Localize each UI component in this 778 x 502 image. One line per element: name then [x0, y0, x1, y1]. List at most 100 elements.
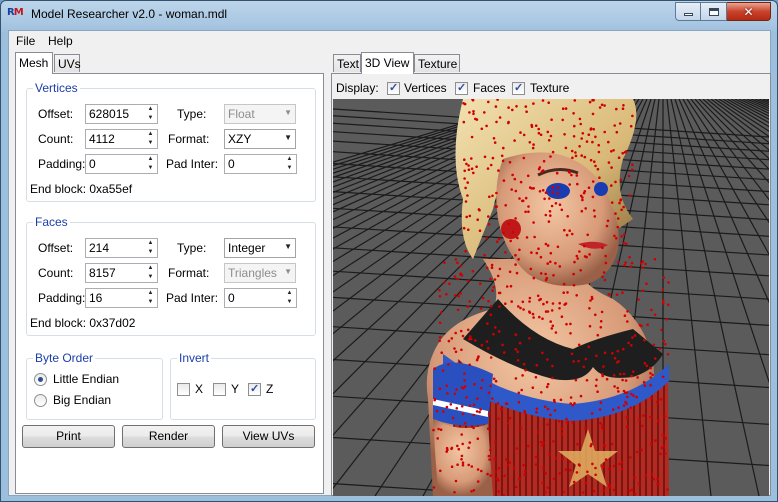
minimize-button[interactable] — [675, 2, 701, 21]
spin-down-icon[interactable]: ▼ — [144, 139, 157, 148]
little-endian-label[interactable]: Little Endian — [53, 372, 119, 386]
vertex-dot — [454, 350, 458, 354]
vertices-pad-inter-spinbox[interactable]: 0 ▲ ▼ — [224, 154, 297, 174]
spin-up-icon[interactable]: ▲ — [144, 264, 157, 273]
display-vertices-label[interactable]: Vertices — [404, 81, 447, 95]
vertex-dot — [479, 408, 482, 411]
tab-uvs[interactable]: UVs — [54, 54, 81, 72]
invert-z-label[interactable]: Z — [266, 382, 273, 396]
vertex-dot — [546, 262, 549, 265]
vertex-dot — [551, 324, 555, 328]
vertex-dot — [497, 479, 500, 482]
spin-down-icon[interactable]: ▼ — [283, 164, 296, 173]
vertices-format-select[interactable]: XZY ▼ — [224, 129, 296, 149]
vertex-dot — [511, 108, 514, 112]
vertex-dot — [604, 254, 607, 258]
tab-mesh[interactable]: Mesh — [15, 52, 53, 74]
vertex-dot — [550, 309, 554, 312]
spin-up-icon[interactable]: ▲ — [144, 105, 157, 114]
display-texture-label[interactable]: Texture — [530, 81, 569, 95]
spin-up-icon[interactable]: ▲ — [144, 155, 157, 164]
3d-viewport[interactable] — [333, 99, 769, 496]
big-endian-label[interactable]: Big Endian — [53, 393, 111, 407]
faces-padding-spinbox[interactable]: 16 ▲ ▼ — [85, 288, 158, 308]
vertex-dot — [661, 433, 665, 437]
maximize-button[interactable] — [701, 2, 727, 21]
faces-count-spinbox[interactable]: 8157 ▲ ▼ — [85, 263, 158, 283]
display-faces-checkbox[interactable]: ✓ — [455, 82, 468, 95]
tab-3d-view[interactable]: 3D View — [361, 52, 414, 74]
spin-up-icon[interactable]: ▲ — [144, 239, 157, 248]
vertex-dot — [616, 225, 620, 229]
faces-pad-inter-spinbox[interactable]: 0 ▲ ▼ — [224, 288, 297, 308]
vertex-dot — [487, 222, 491, 226]
vertex-dot — [504, 251, 507, 254]
little-endian-radio[interactable] — [34, 373, 47, 386]
display-texture-checkbox[interactable]: ✓ — [512, 82, 525, 95]
spin-up-icon[interactable]: ▲ — [144, 289, 157, 298]
faces-offset-spinbox[interactable]: 214 ▲ ▼ — [85, 238, 158, 258]
vertex-dot — [447, 339, 451, 343]
display-faces-label[interactable]: Faces — [473, 81, 506, 95]
invert-z-checkbox[interactable]: ✓ — [248, 383, 261, 396]
view-uvs-button[interactable]: View UVs — [222, 425, 315, 448]
vertex-dot — [487, 215, 490, 218]
spin-down-icon[interactable]: ▼ — [144, 164, 157, 173]
spin-down-icon[interactable]: ▼ — [144, 273, 157, 282]
vertex-dot — [551, 191, 554, 194]
invert-x-label[interactable]: X — [195, 382, 203, 396]
vertex-dot — [602, 271, 606, 274]
close-button[interactable]: ✕ — [727, 2, 771, 21]
spin-down-icon[interactable]: ▼ — [144, 114, 157, 123]
menu-help[interactable]: Help — [48, 34, 73, 48]
vertex-dot — [539, 272, 543, 275]
vertex-dot — [471, 99, 475, 102]
vertex-dot — [464, 186, 467, 190]
faces-type-select[interactable]: Integer ▼ — [224, 238, 296, 258]
menu-file[interactable]: File — [16, 34, 35, 48]
display-vertices-checkbox[interactable]: ✓ — [387, 82, 400, 95]
tab-text[interactable]: Text — [333, 54, 361, 72]
vertex-dot — [665, 318, 668, 321]
vertices-offset-spinbox[interactable]: 628015 ▲ ▼ — [85, 104, 158, 124]
vertex-dot — [557, 420, 561, 423]
spin-down-icon[interactable]: ▼ — [144, 298, 157, 307]
vertices-padding-spinbox[interactable]: 0 ▲ ▼ — [85, 154, 158, 174]
vertex-dot — [630, 488, 634, 492]
vertex-dot — [457, 294, 460, 298]
tab-texture[interactable]: Texture — [414, 54, 460, 72]
vertex-dot — [463, 169, 466, 173]
vertex-dot — [537, 131, 541, 135]
vertex-dot — [592, 489, 596, 493]
vertex-dot — [551, 185, 555, 189]
vertex-dot — [514, 189, 518, 193]
invert-x-checkbox[interactable] — [177, 383, 190, 396]
vertex-dot — [463, 177, 466, 180]
vertex-dot — [604, 458, 608, 461]
vertex-dot — [612, 374, 616, 377]
vertex-dot — [453, 275, 457, 278]
big-endian-radio[interactable] — [34, 394, 47, 407]
vertex-dot — [491, 397, 494, 400]
vertex-dot — [483, 155, 487, 159]
spin-up-icon[interactable]: ▲ — [283, 155, 296, 164]
print-button[interactable]: Print — [22, 425, 115, 448]
title-bar[interactable]: RM Model Researcher v2.0 - woman.mdl ✕ — [1, 1, 777, 29]
vertex-dot — [577, 463, 581, 466]
vertex-dot — [504, 302, 507, 305]
spin-down-icon[interactable]: ▼ — [283, 298, 296, 307]
vertices-count-spinbox[interactable]: 4112 ▲ ▼ — [85, 129, 158, 149]
spin-down-icon[interactable]: ▼ — [144, 248, 157, 257]
invert-y-checkbox[interactable] — [213, 383, 226, 396]
vertex-dot — [494, 326, 497, 329]
vertex-dot — [438, 336, 442, 339]
vertex-dot — [565, 417, 568, 421]
spin-up-icon[interactable]: ▲ — [144, 130, 157, 139]
spin-up-icon[interactable]: ▲ — [283, 289, 296, 298]
vertex-dot — [466, 305, 469, 308]
invert-y-label[interactable]: Y — [231, 382, 239, 396]
vertex-dot — [605, 377, 609, 381]
render-button[interactable]: Render — [122, 425, 215, 448]
faces-offset-value: 214 — [89, 241, 110, 255]
vertex-dot — [545, 300, 549, 304]
